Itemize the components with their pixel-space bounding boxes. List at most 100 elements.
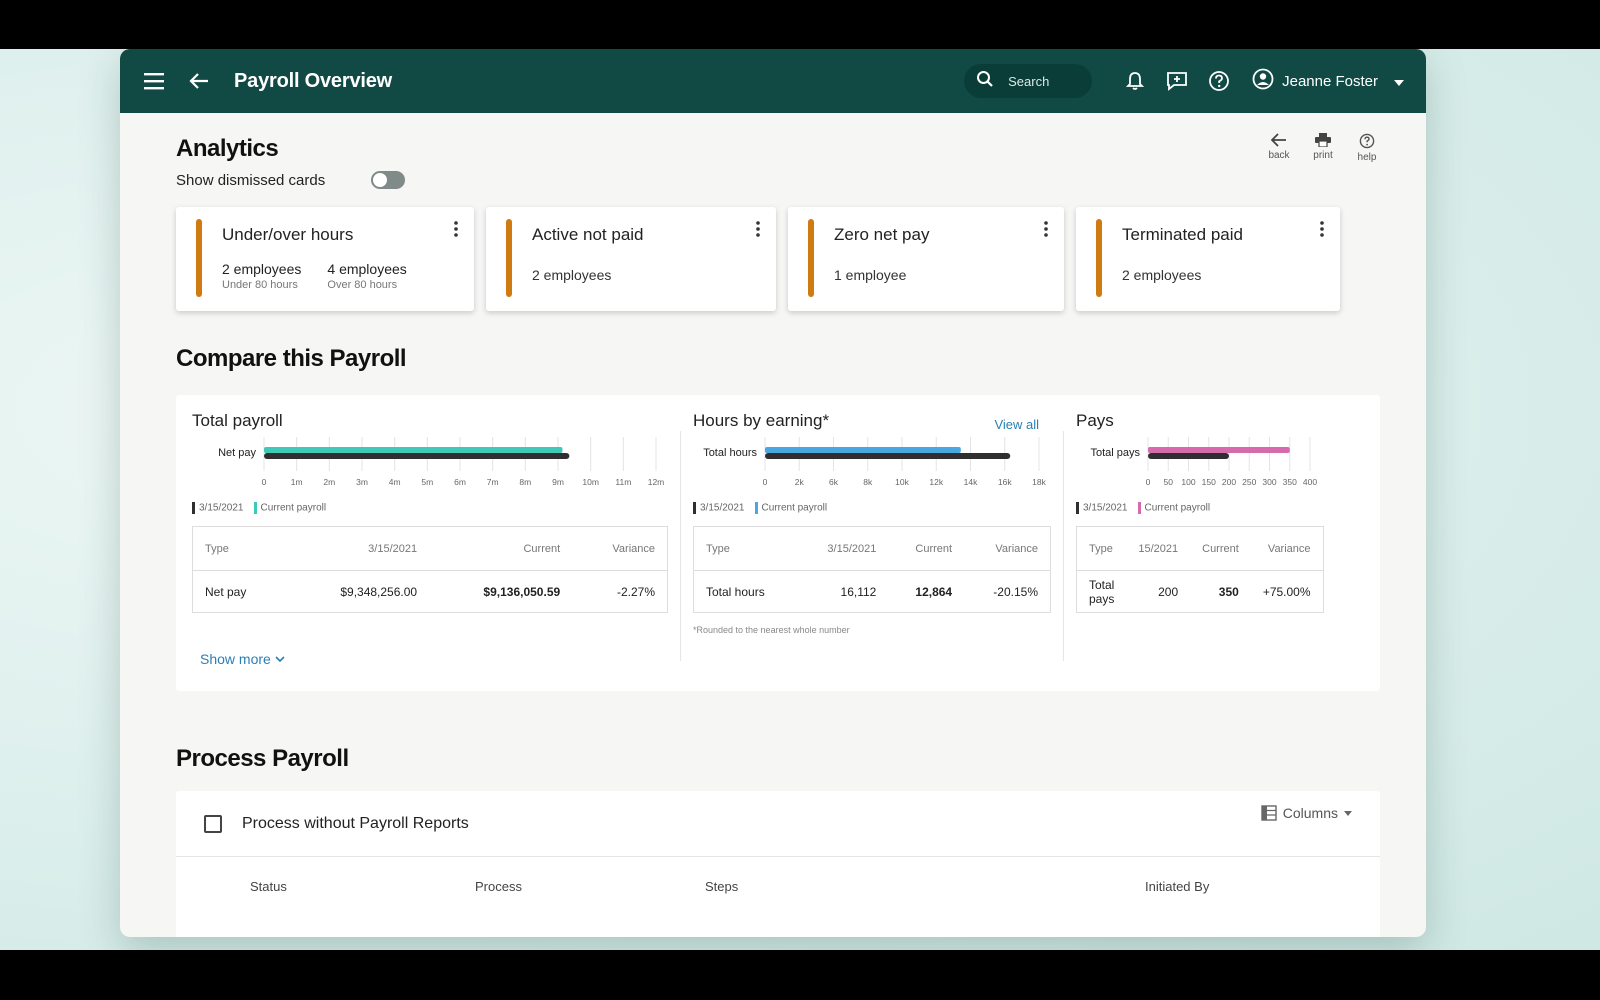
panel-divider — [680, 431, 681, 661]
help-tool-button[interactable]: help — [1354, 133, 1380, 163]
card-count: 2 employees — [532, 267, 612, 283]
card-title: Terminated paid — [1122, 225, 1243, 244]
hours-table: Type 3/15/2021 Current Variance Total hours… — [693, 526, 1051, 613]
app-bar: Payroll Overview Jeanne Foster — [120, 49, 1426, 113]
tick-label: 9m — [552, 477, 564, 487]
help-icon[interactable] — [1206, 68, 1232, 94]
card-active-not-paid[interactable]: Active not paid 2 employees — [486, 207, 776, 311]
tick-label: 11m — [615, 477, 631, 487]
table-row: Net pay $9,348,256.00 $9,136,050.59 -2.27% — [205, 584, 655, 599]
pays-table: Type 15/2021 Current Variance Total pays 200… — [1076, 526, 1324, 613]
avatar-icon — [1252, 68, 1274, 94]
bar-current — [765, 447, 961, 453]
bell-icon[interactable] — [1122, 68, 1148, 94]
feedback-icon[interactable] — [1164, 68, 1190, 94]
tick-label: 6k — [829, 477, 839, 487]
pays-panel: Pays 0 50 100 150 200 250 300 350 400 Total pays … — [1076, 411, 1324, 691]
table-row: Total hours 16,112 12,864 -20.15% — [706, 584, 1038, 599]
background-stage: Payroll Overview Jeanne Foster — [0, 49, 1600, 950]
tick-label: 300 — [1262, 477, 1276, 487]
tick-label: 12m — [648, 477, 665, 487]
card-title: Active not paid — [532, 225, 644, 244]
tick-label: 10m — [582, 477, 599, 487]
pays-chart: 0 50 100 150 200 250 300 350 400 Total pays — [1090, 437, 1317, 487]
tick-label: 10k — [895, 477, 909, 487]
card-accent-bar — [1096, 219, 1102, 297]
show-dismissed-label: Show dismissed cards — [176, 171, 326, 189]
tick-label: 6m — [454, 477, 466, 487]
card-zero-net-pay[interactable]: Zero net pay 1 employee — [788, 207, 1064, 311]
page-tools: back print help — [1266, 133, 1380, 163]
tick-label: 250 — [1242, 477, 1256, 487]
tick-label: 2k — [795, 477, 805, 487]
tick-label: 0 — [763, 477, 768, 487]
card-count: 2 employees — [1122, 267, 1202, 283]
process-without-reports-checkbox[interactable] — [204, 814, 222, 833]
panel-divider — [1063, 431, 1064, 661]
bar-previous — [765, 453, 1011, 459]
category-label: Net pay — [218, 447, 256, 459]
tick-label: 5m — [421, 477, 433, 487]
tick-label: 2m — [323, 477, 335, 487]
table-row: Total pays 200 350 +75.00% — [1089, 577, 1311, 606]
footnote: *Rounded to the nearest whole number — [693, 625, 850, 635]
bar-previous — [264, 453, 570, 459]
col-status[interactable]: Status — [250, 879, 475, 894]
panel-title: Total payroll — [192, 411, 283, 430]
view-all-link[interactable]: View all — [994, 417, 1039, 432]
columns-button[interactable]: Columns — [1261, 805, 1352, 821]
more-vert-icon[interactable] — [1044, 221, 1048, 242]
chart-legend: 3/15/2021 Current payroll — [192, 502, 668, 514]
bar-previous — [1148, 453, 1229, 459]
show-dismissed-toggle[interactable] — [371, 171, 406, 189]
tick-label: 18k — [1032, 477, 1046, 487]
print-tool-button[interactable]: print — [1310, 133, 1336, 163]
card-accent-bar — [196, 219, 202, 297]
show-more-link[interactable]: Show more — [200, 651, 285, 667]
col-steps[interactable]: Steps — [705, 879, 1145, 894]
user-menu[interactable]: Jeanne Foster — [1252, 68, 1404, 94]
page-title: Payroll Overview — [234, 69, 393, 92]
col-initiated-by[interactable]: Initiated By — [1145, 879, 1209, 894]
legend-current: Current payroll — [1137, 502, 1210, 514]
help-circle-icon — [1359, 133, 1375, 149]
total-payroll-table: Type 3/15/2021 Current Variance Net pay $9,3… — [192, 526, 668, 613]
card-title: Zero net pay — [834, 225, 930, 244]
tick-label: 200 — [1222, 477, 1236, 487]
legend-current: Current payroll — [253, 502, 326, 514]
more-vert-icon[interactable] — [756, 221, 760, 242]
more-vert-icon[interactable] — [454, 221, 458, 242]
printer-icon — [1315, 133, 1331, 147]
tick-label: 3m — [356, 477, 368, 487]
tick-label: 14k — [964, 477, 978, 487]
card-under-over-hours[interactable]: Under/over hours 2 employees Under 80 hou… — [176, 207, 474, 311]
tick-label: 4m — [389, 477, 401, 487]
card-hint: Under 80 hours — [222, 279, 298, 291]
search-box[interactable] — [964, 64, 1093, 98]
search-icon — [976, 70, 994, 93]
search-input[interactable] — [1008, 73, 1079, 89]
process-panel: Process without Payroll Reports Columns … — [176, 791, 1380, 937]
card-terminated-paid[interactable]: Terminated paid 2 employees — [1076, 207, 1340, 311]
panel-title: Pays — [1076, 411, 1114, 430]
back-tool-button[interactable]: back — [1266, 133, 1292, 163]
app-window: Payroll Overview Jeanne Foster — [120, 49, 1426, 937]
tick-label: 8m — [519, 477, 531, 487]
chart-legend: 3/15/2021 Current payroll — [693, 502, 1051, 514]
checkbox-label: Process without Payroll Reports — [242, 814, 469, 832]
compare-panel: Total payroll 0 1m 2m 3m 4m 5m 6m 7m 8m 9m 10m 11m 1… — [176, 395, 1380, 691]
tick-label: 8k — [863, 477, 873, 487]
bar-current — [264, 447, 563, 453]
user-name: Jeanne Foster — [1282, 72, 1378, 90]
more-vert-icon[interactable] — [1320, 221, 1324, 242]
tick-label: 0 — [262, 477, 267, 487]
chart-legend: 3/15/2021 Current payroll — [1076, 502, 1322, 514]
tick-label: 7m — [487, 477, 499, 487]
total-payroll-panel: Total payroll 0 1m 2m 3m 4m 5m 6m 7m 8m 9m 10m 11m 1… — [192, 411, 668, 691]
card-count: 1 employee — [834, 267, 907, 283]
menu-icon[interactable] — [142, 68, 168, 94]
col-process[interactable]: Process — [475, 879, 705, 894]
back-arrow-icon[interactable] — [186, 68, 212, 94]
card-accent-bar — [506, 219, 512, 297]
bar-current — [1148, 447, 1290, 453]
